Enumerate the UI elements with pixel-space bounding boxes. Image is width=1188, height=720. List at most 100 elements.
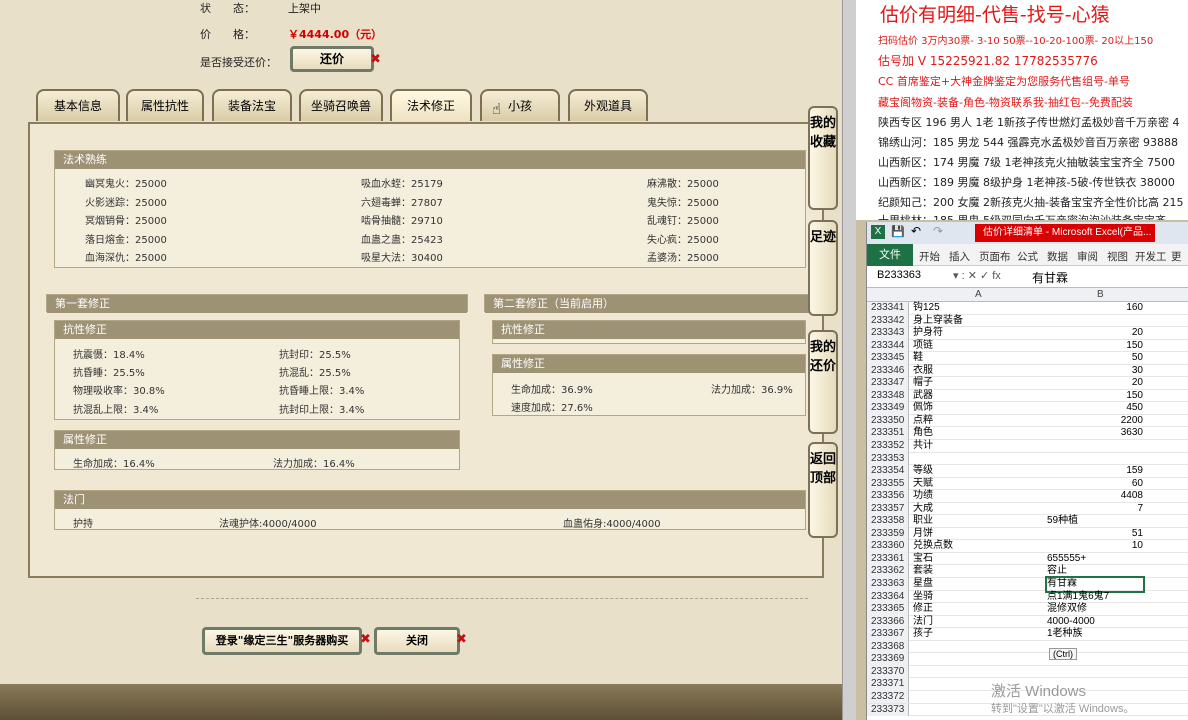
row-number[interactable]: 233342 xyxy=(867,314,909,328)
cell-a[interactable]: 职业 xyxy=(913,515,933,528)
cell-a[interactable]: 天赋 xyxy=(913,478,933,491)
table-row[interactable]: 233364 坐骑 点1满1鬼6鬼7 xyxy=(867,590,1188,604)
cell-a[interactable]: 等级 xyxy=(913,465,933,478)
table-row[interactable]: 233367 孩子 1老种族 xyxy=(867,628,1188,641)
cell-a[interactable]: 月饼 xyxy=(913,528,933,541)
cell-a[interactable]: 佩饰 xyxy=(913,402,933,415)
row-number[interactable]: 233372 xyxy=(867,690,909,704)
row-number[interactable]: 233365 xyxy=(867,603,909,616)
cell-b[interactable]: 60 xyxy=(1047,478,1143,491)
formula-input[interactable]: 有甘霖 xyxy=(1032,269,1068,286)
row-number[interactable]: 233354 xyxy=(867,465,909,478)
tab-insert[interactable]: 插入 xyxy=(949,249,970,264)
row-number[interactable]: 233356 xyxy=(867,490,909,503)
undo-icon[interactable]: ↶ xyxy=(911,224,921,238)
table-row[interactable]: 233343 护身符 20 xyxy=(867,327,1188,340)
cell-b[interactable]: 450 xyxy=(1047,402,1143,415)
row-number[interactable]: 233352 xyxy=(867,440,909,453)
cell-b[interactable]: 51 xyxy=(1047,528,1143,541)
row-number[interactable]: 233367 xyxy=(867,628,909,641)
scrollbar[interactable] xyxy=(842,0,856,720)
tab-basic-info[interactable]: 基本信息 xyxy=(36,89,120,121)
row-number[interactable]: 233368 xyxy=(867,640,909,654)
name-box[interactable]: B233363 xyxy=(877,269,921,281)
table-row[interactable]: 233350 点粹 2200 xyxy=(867,414,1188,428)
tab-equipment[interactable]: 装备法宝 xyxy=(212,89,292,121)
table-row[interactable]: 233346 衣服 30 xyxy=(867,364,1188,378)
row-number[interactable]: 233358 xyxy=(867,515,909,528)
table-row[interactable]: 233359 月饼 51 xyxy=(867,527,1188,541)
table-row[interactable]: 233353 xyxy=(867,452,1188,466)
row-number[interactable]: 233360 xyxy=(867,540,909,553)
cell-a[interactable]: 项链 xyxy=(913,340,933,353)
row-number[interactable]: 233348 xyxy=(867,389,909,403)
cell-a[interactable]: 坐骑 xyxy=(913,591,933,604)
table-row[interactable]: 233354 等级 159 xyxy=(867,465,1188,478)
table-row[interactable]: 233370 xyxy=(867,665,1188,679)
table-row[interactable]: 233352 共计 xyxy=(867,440,1188,453)
table-row[interactable]: 233341 钩125 160 xyxy=(867,302,1188,315)
cell-a[interactable]: 孩子 xyxy=(913,628,933,641)
cell-b[interactable]: 有甘霖 xyxy=(1045,576,1145,593)
cell-b[interactable]: 30 xyxy=(1047,365,1143,378)
cell-b[interactable]: 150 xyxy=(1047,340,1143,353)
cell-b[interactable]: 159 xyxy=(1047,465,1143,478)
row-number[interactable]: 233361 xyxy=(867,552,909,566)
row-number[interactable]: 233343 xyxy=(867,327,909,340)
back-to-top-button[interactable]: 返回顶部 xyxy=(808,442,838,538)
cell-b[interactable]: 2200 xyxy=(1047,415,1143,428)
row-number[interactable]: 233353 xyxy=(867,452,909,466)
cell-b[interactable]: 160 xyxy=(1047,302,1143,315)
table-row[interactable]: 233358 职业 59种植 xyxy=(867,515,1188,528)
row-number[interactable]: 233362 xyxy=(867,565,909,578)
cell-b[interactable]: 点1满1鬼6鬼7 xyxy=(1047,591,1143,604)
sheet-grid[interactable]: 233341 钩125 160 233342 身上穿装备 233343 护身符 20 23334… xyxy=(867,302,1188,717)
tab-spell-correction[interactable]: 法术修正 xyxy=(390,89,472,121)
tab-page-layout[interactable]: 页面布 xyxy=(979,249,1011,264)
row-number[interactable]: 233371 xyxy=(867,678,909,691)
counter-offer-button[interactable]: 还价 xyxy=(290,46,374,72)
table-row[interactable]: 233355 天赋 60 xyxy=(867,477,1188,491)
table-row[interactable]: 233357 大成 7 xyxy=(867,502,1188,516)
row-number[interactable]: 233364 xyxy=(867,590,909,604)
tab-review[interactable]: 审阅 xyxy=(1077,249,1098,264)
cell-a[interactable]: 兑换点数 xyxy=(913,540,953,553)
cell-a[interactable]: 功绩 xyxy=(913,490,933,503)
table-row[interactable]: 233347 帽子 20 xyxy=(867,377,1188,390)
cell-a[interactable]: 钩125 xyxy=(913,302,940,315)
login-buy-button[interactable]: 登录"缘定三生"服务器购买 xyxy=(202,627,362,655)
cell-a[interactable]: 修正 xyxy=(913,603,933,616)
cell-a[interactable]: 武器 xyxy=(913,390,933,403)
cell-b[interactable]: 1老种族 xyxy=(1047,628,1143,641)
row-number[interactable]: 233346 xyxy=(867,364,909,378)
cell-a[interactable]: 帽子 xyxy=(913,377,933,390)
tab-view[interactable]: 视图 xyxy=(1107,249,1128,264)
row-number[interactable]: 233347 xyxy=(867,377,909,390)
table-row[interactable]: 233349 佩饰 450 xyxy=(867,402,1188,415)
cell-b[interactable]: 容止 xyxy=(1047,565,1143,578)
row-number[interactable]: 233357 xyxy=(867,502,909,516)
table-row[interactable]: 233369 xyxy=(867,653,1188,666)
save-icon[interactable]: 💾 xyxy=(891,225,905,238)
tab-formulas[interactable]: 公式 xyxy=(1017,249,1038,264)
my-counter-offer-button[interactable]: 我的还价 xyxy=(808,330,838,434)
cell-b[interactable]: 4000-4000 xyxy=(1047,616,1143,629)
paste-options-tag[interactable]: (Ctrl) xyxy=(1049,648,1077,660)
table-row[interactable]: 233356 功绩 4408 xyxy=(867,490,1188,503)
cell-b[interactable]: 7 xyxy=(1047,503,1143,516)
cell-a[interactable]: 星盘 xyxy=(913,578,933,591)
cell-b[interactable]: 4408 xyxy=(1047,490,1143,503)
row-number[interactable]: 233370 xyxy=(867,665,909,679)
cell-a[interactable]: 大成 xyxy=(913,503,933,516)
tab-mounts[interactable]: 坐骑召唤兽 xyxy=(299,89,383,121)
row-number[interactable]: 233349 xyxy=(867,402,909,415)
row-number[interactable]: 233344 xyxy=(867,339,909,353)
table-row[interactable]: 233365 修正 混修双修 xyxy=(867,603,1188,616)
table-row[interactable]: 233351 角色 3630 xyxy=(867,427,1188,441)
cell-a[interactable]: 鞋 xyxy=(913,352,923,365)
row-number[interactable]: 233351 xyxy=(867,427,909,440)
cell-b[interactable]: 59种植 xyxy=(1047,515,1143,528)
cell-b[interactable]: 3630 xyxy=(1047,427,1143,440)
row-number[interactable]: 233369 xyxy=(867,653,909,666)
table-row[interactable]: 233344 项链 150 xyxy=(867,339,1188,353)
